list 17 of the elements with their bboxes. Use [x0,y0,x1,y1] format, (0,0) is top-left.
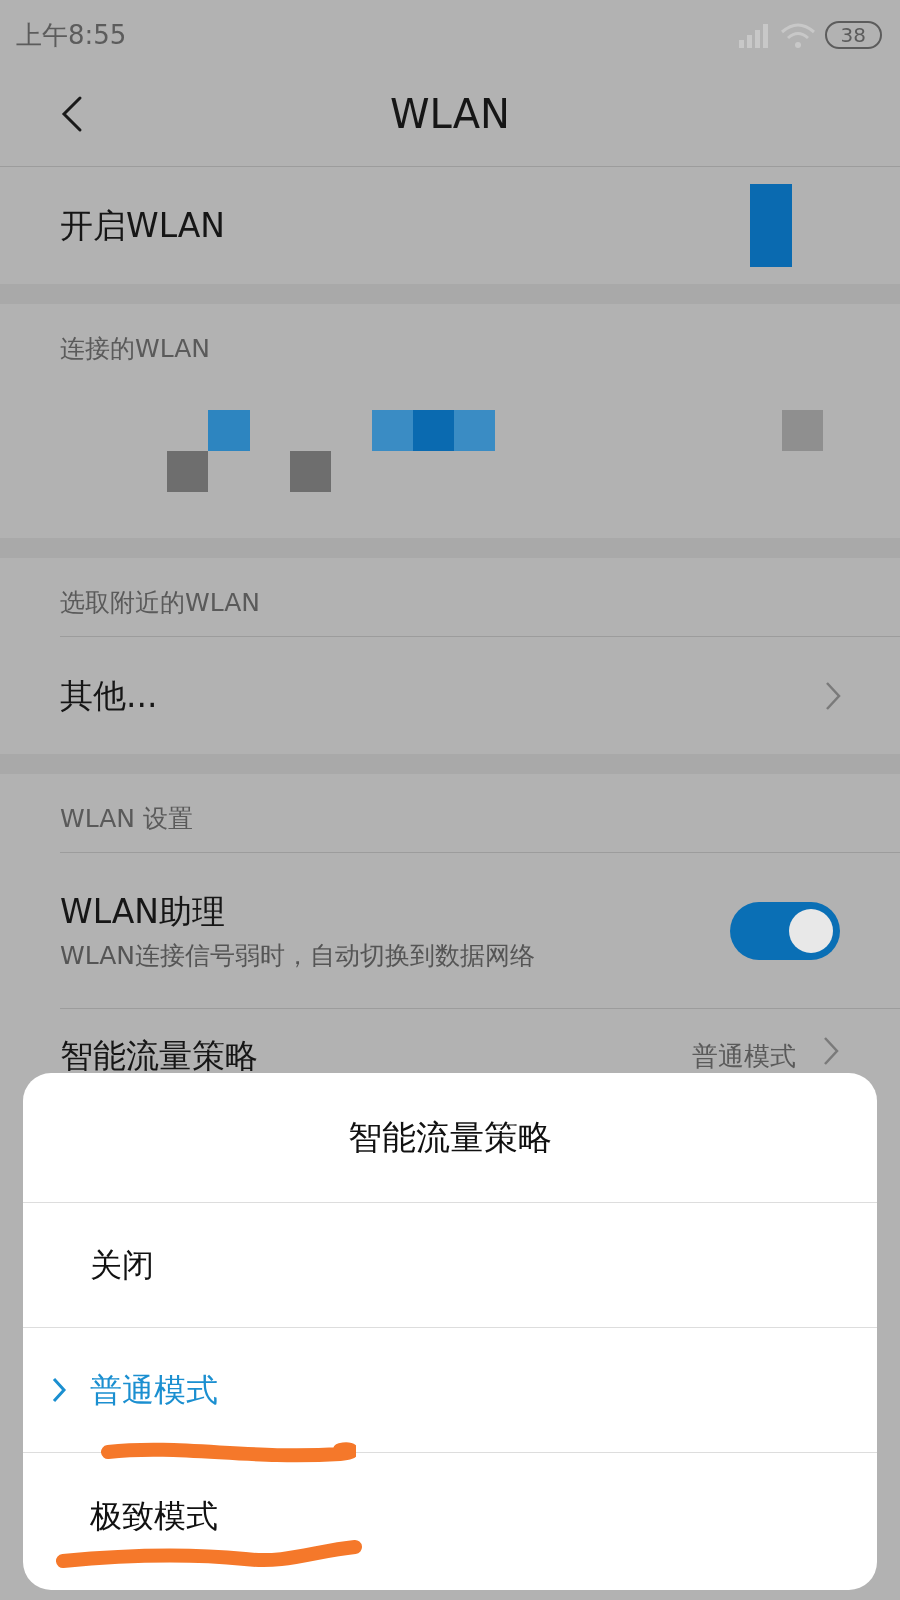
chevron-icon [51,1376,67,1404]
option-item[interactable]: 关闭 [90,1241,154,1289]
section-header: WLAN 设置 [59,803,194,835]
setting-value: 普通模式 [692,1040,796,1073]
page-title: WLAN [389,94,510,134]
setting-label: 开启WLAN [60,204,226,247]
toggle-switch[interactable] [730,901,840,960]
option-item[interactable]: 普通模式 [90,1366,218,1414]
status-time: 上午8:55 [16,18,127,52]
setting-description: WLAN连接信号弱时，自动切换到数据网络 [60,939,536,972]
section-header: 选取附近的WLAN [59,587,262,619]
setting-label: WLAN助理 [60,891,227,933]
chevron-icon [822,1035,840,1067]
dialog-title: 智能流量策略 [23,1073,877,1203]
option-item[interactable]: 极致模式 [90,1491,218,1540]
battery-level: 38 [824,21,882,49]
section-header: 连接的WLAN [59,333,212,365]
